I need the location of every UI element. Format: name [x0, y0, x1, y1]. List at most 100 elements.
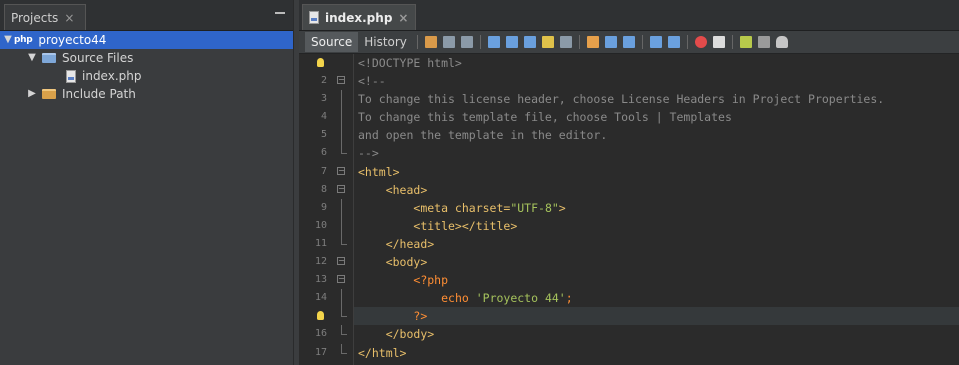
- code-token: </html>: [358, 345, 407, 360]
- rectangular-selection-icon[interactable]: [559, 36, 572, 48]
- code-token: <!DOCTYPE html>: [358, 56, 462, 70]
- uncomment-icon[interactable]: [757, 36, 770, 48]
- gutter-line: 8−: [320, 183, 345, 195]
- projects-tab[interactable]: Projects ×: [4, 4, 86, 30]
- hint-bulb-icon[interactable]: [317, 58, 324, 67]
- include-folder-icon: [42, 89, 56, 99]
- tree-item-label: proyecto44: [38, 33, 107, 47]
- code-token: "UTF-8": [510, 200, 559, 215]
- code-editor[interactable]: 2− 3 4 5 6 7− 8− 9 10 11 12− 13− 14 16 1…: [299, 54, 959, 365]
- toolbar-separator: [686, 35, 688, 49]
- editor-toolbar: Source History: [299, 31, 959, 54]
- code-line-10[interactable]: <title></title>: [354, 217, 959, 235]
- php-project-icon: php: [14, 35, 33, 45]
- next-bookmark-icon[interactable]: [604, 36, 617, 48]
- comment-icon[interactable]: [739, 36, 752, 48]
- code-line-2[interactable]: <!--: [354, 72, 959, 90]
- fold-collapse-icon[interactable]: −: [337, 184, 345, 193]
- back-icon[interactable]: [442, 36, 455, 48]
- tree-item-proyecto44[interactable]: ▼ php proyecto44: [0, 31, 293, 49]
- code-token: <meta charset=: [413, 200, 511, 215]
- fold-collapse-icon[interactable]: −: [337, 166, 345, 175]
- close-icon[interactable]: ×: [64, 11, 74, 25]
- code-line-14[interactable]: echo 'Proyecto 44';: [354, 289, 959, 307]
- database-icon[interactable]: [775, 36, 788, 48]
- toolbar-separator: [641, 35, 643, 49]
- gutter-line: 13−: [314, 274, 345, 286]
- projects-tabbar: Projects ×: [0, 0, 293, 31]
- code-token: </head>: [385, 236, 435, 251]
- find-icon[interactable]: [487, 36, 500, 48]
- tree-item-include-path[interactable]: ▶ Include Path: [0, 85, 293, 103]
- editor-tabbar: index.php ×: [299, 0, 959, 31]
- chevron-right-icon[interactable]: ▶: [26, 85, 38, 103]
- history-view-button[interactable]: History: [358, 32, 413, 52]
- forward-icon[interactable]: [460, 36, 473, 48]
- chevron-down-icon[interactable]: ▼: [2, 31, 14, 49]
- find-next-icon[interactable]: [523, 36, 536, 48]
- editor-tab-index-php[interactable]: index.php ×: [302, 4, 416, 30]
- projects-tab-label: Projects: [11, 10, 59, 25]
- shift-left-icon[interactable]: [649, 36, 662, 48]
- code-area[interactable]: <!DOCTYPE html> <!-- To change this licens…: [354, 54, 959, 365]
- code-line-3[interactable]: To change this license header, choose Li…: [354, 90, 959, 108]
- code-token: <head>: [385, 182, 428, 197]
- last-edit-icon[interactable]: [424, 36, 437, 48]
- code-token: ?>: [413, 309, 428, 324]
- projects-panel: Projects × ▼ php proyecto44 ▼ Source Fil…: [0, 0, 294, 365]
- code-line-16[interactable]: </body>: [354, 325, 959, 343]
- tree-item-index-php[interactable]: index.php: [0, 67, 293, 85]
- gutter-line: 3: [299, 90, 353, 109]
- shift-right-icon[interactable]: [667, 36, 680, 48]
- code-line-13[interactable]: <?php: [354, 271, 959, 289]
- code-line-8[interactable]: <head>: [354, 181, 959, 199]
- minimize-icon[interactable]: [275, 12, 285, 14]
- close-icon[interactable]: ×: [398, 11, 408, 25]
- gutter-line: 7−: [320, 165, 345, 177]
- code-line-11[interactable]: </head>: [354, 235, 959, 253]
- fold-collapse-icon[interactable]: −: [337, 76, 345, 85]
- hint-bulb-icon[interactable]: [317, 311, 324, 321]
- code-line-17[interactable]: </html>: [354, 344, 959, 362]
- code-line-15[interactable]: ?>: [354, 307, 959, 326]
- code-token: -->: [358, 146, 379, 161]
- code-line-1[interactable]: <!DOCTYPE html>: [354, 54, 959, 72]
- toolbar-separator: [479, 35, 481, 49]
- gutter-line: 14: [299, 289, 353, 308]
- tree-item-source-files[interactable]: ▼ Source Files: [0, 49, 293, 67]
- record-macro-icon[interactable]: [694, 36, 707, 48]
- gutter-line: 4: [299, 108, 353, 127]
- code-line-4[interactable]: To change this template file, choose Too…: [354, 108, 959, 126]
- stop-macro-icon[interactable]: [712, 36, 725, 48]
- code-line-9[interactable]: <meta charset="UTF-8">: [354, 199, 959, 217]
- code-line-12[interactable]: <body>: [354, 253, 959, 271]
- toggle-bookmark-icon[interactable]: [622, 36, 635, 48]
- find-previous-icon[interactable]: [505, 36, 518, 48]
- toolbar-separator: [578, 35, 580, 49]
- tree-item-label: Include Path: [62, 87, 136, 101]
- code-token: <title></title>: [413, 218, 518, 233]
- fold-collapse-icon[interactable]: −: [337, 275, 345, 284]
- previous-bookmark-icon[interactable]: [586, 36, 599, 48]
- toolbar-separator: [731, 35, 733, 49]
- code-line-7[interactable]: <html>: [354, 163, 959, 181]
- project-tree: ▼ php proyecto44 ▼ Source Files index.ph…: [0, 31, 293, 103]
- code-token: </body>: [385, 327, 435, 342]
- fold-collapse-icon[interactable]: −: [337, 257, 345, 266]
- editor-tab-label: index.php: [325, 10, 393, 25]
- code-token: echo: [441, 291, 476, 306]
- chevron-down-icon[interactable]: ▼: [26, 49, 38, 67]
- source-view-button[interactable]: Source: [305, 32, 359, 52]
- highlight-icon[interactable]: [541, 36, 554, 48]
- code-line-6[interactable]: -->: [354, 144, 959, 162]
- code-token: <?php: [413, 273, 449, 288]
- line-gutter: 2− 3 4 5 6 7− 8− 9 10 11 12− 13− 14 16 1…: [299, 54, 354, 365]
- code-line-5[interactable]: and open the template in the editor.: [354, 126, 959, 144]
